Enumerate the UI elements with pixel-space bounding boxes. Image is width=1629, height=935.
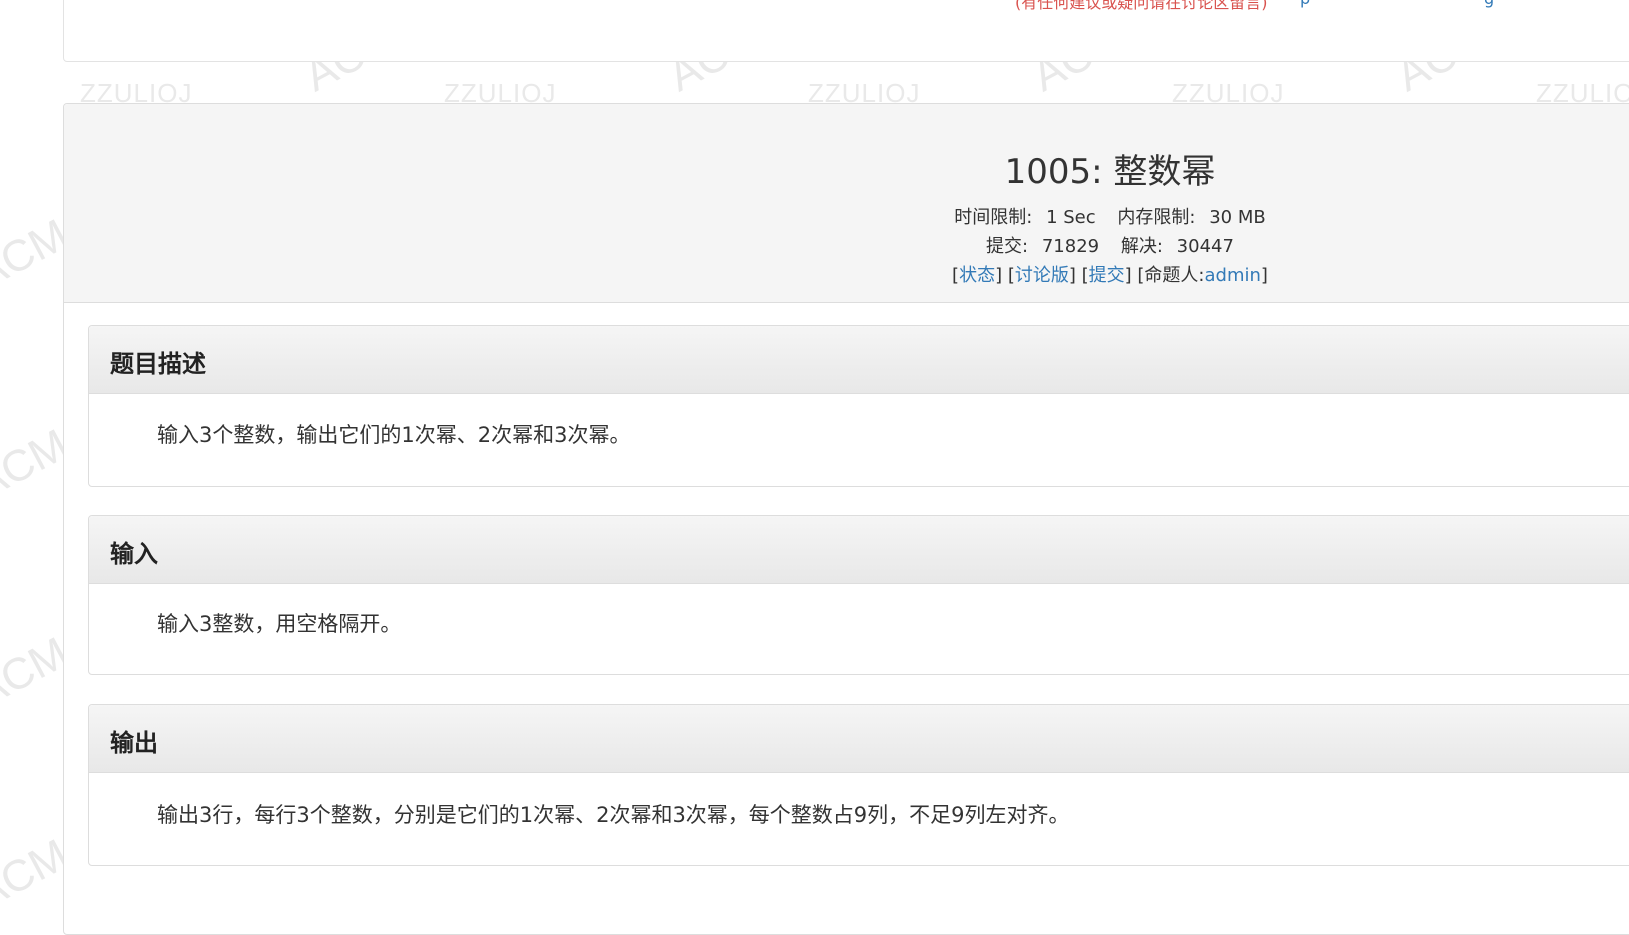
solved-stat-label: 解决: bbox=[1120, 236, 1163, 257]
problem-title: 1005: 整数幂 bbox=[1004, 152, 1216, 192]
problem-links: [状态] [讨论版] [提交] [命题人:admin] bbox=[64, 261, 1629, 287]
problem-panel: 1005: 整数幂 时间限制: 1 Sec 内存限制: 30 MB 提交: 71… bbox=[63, 103, 1629, 935]
limits-line: 时间限制: 1 Sec 内存限制: 30 MB bbox=[64, 203, 1629, 229]
description-body: 输入3个整数，输出它们的1次幂、2次幂和3次幂。 bbox=[89, 394, 1629, 486]
submit-stat: 提交: 71829 bbox=[982, 236, 1103, 257]
input-section: 输入 输入3整数，用空格隔开。 bbox=[88, 515, 1629, 675]
output-body: 输出3行，每行3个整数，分别是它们的1次幂、2次幂和3次幂，每个整数占9列，不足… bbox=[89, 773, 1629, 865]
input-header: 输入 bbox=[89, 516, 1629, 584]
author-label: 命题人: bbox=[1144, 265, 1205, 286]
discuss-link[interactable]: 讨论版 bbox=[1015, 265, 1069, 286]
memory-limit: 内存限制: 30 MB bbox=[1113, 207, 1269, 228]
description-header: 题目描述 bbox=[89, 326, 1629, 394]
time-limit-label: 时间限制: bbox=[954, 207, 1033, 228]
description-title: 题目描述 bbox=[110, 350, 206, 378]
input-title: 输入 bbox=[110, 540, 158, 568]
submit-link[interactable]: 提交 bbox=[1089, 265, 1125, 286]
author-link[interactable]: admin bbox=[1205, 265, 1261, 286]
time-limit: 时间限制: 1 Sec bbox=[950, 207, 1099, 228]
submit-count: 71829 bbox=[1041, 236, 1100, 257]
top-notice-text: (有任何建议或疑问请在讨论区留言) bbox=[1015, 0, 1268, 12]
output-header: 输出 bbox=[89, 705, 1629, 773]
output-title: 输出 bbox=[110, 729, 158, 757]
solved-count: 30447 bbox=[1176, 236, 1234, 257]
top-link-fragment[interactable]: g bbox=[1484, 0, 1494, 8]
bracket: ] bbox=[1260, 265, 1268, 286]
description-text: 输入3个整数，输出它们的1次幂、2次幂和3次幂。 bbox=[157, 423, 631, 447]
top-notice-panel bbox=[63, 0, 1629, 62]
stats-line: 提交: 71829 解决: 30447 bbox=[64, 232, 1629, 258]
bracket: ] [ bbox=[1068, 265, 1089, 286]
solved-stat: 解决: 30447 bbox=[1117, 236, 1238, 257]
input-body: 输入3整数，用空格隔开。 bbox=[89, 584, 1629, 674]
memory-limit-value: 30 MB bbox=[1209, 207, 1266, 228]
memory-limit-label: 内存限制: bbox=[1117, 207, 1196, 228]
problem-header: 1005: 整数幂 时间限制: 1 Sec 内存限制: 30 MB 提交: 71… bbox=[64, 104, 1629, 303]
output-text: 输出3行，每行3个整数，分别是它们的1次幂、2次幂和3次幂，每个整数占9列，不足… bbox=[157, 803, 1070, 827]
bracket: ] [ bbox=[995, 265, 1015, 286]
bracket: ] [ bbox=[1124, 265, 1145, 286]
time-limit-value: 1 Sec bbox=[1046, 207, 1096, 228]
status-link[interactable]: 状态 bbox=[959, 265, 995, 286]
output-section: 输出 输出3行，每行3个整数，分别是它们的1次幂、2次幂和3次幂，每个整数占9列… bbox=[88, 704, 1629, 866]
description-section: 题目描述 输入3个整数，输出它们的1次幂、2次幂和3次幂。 bbox=[88, 325, 1629, 487]
submit-stat-label: 提交: bbox=[986, 236, 1029, 257]
input-text: 输入3整数，用空格隔开。 bbox=[157, 612, 402, 636]
top-link-fragment[interactable]: p bbox=[1300, 0, 1310, 8]
